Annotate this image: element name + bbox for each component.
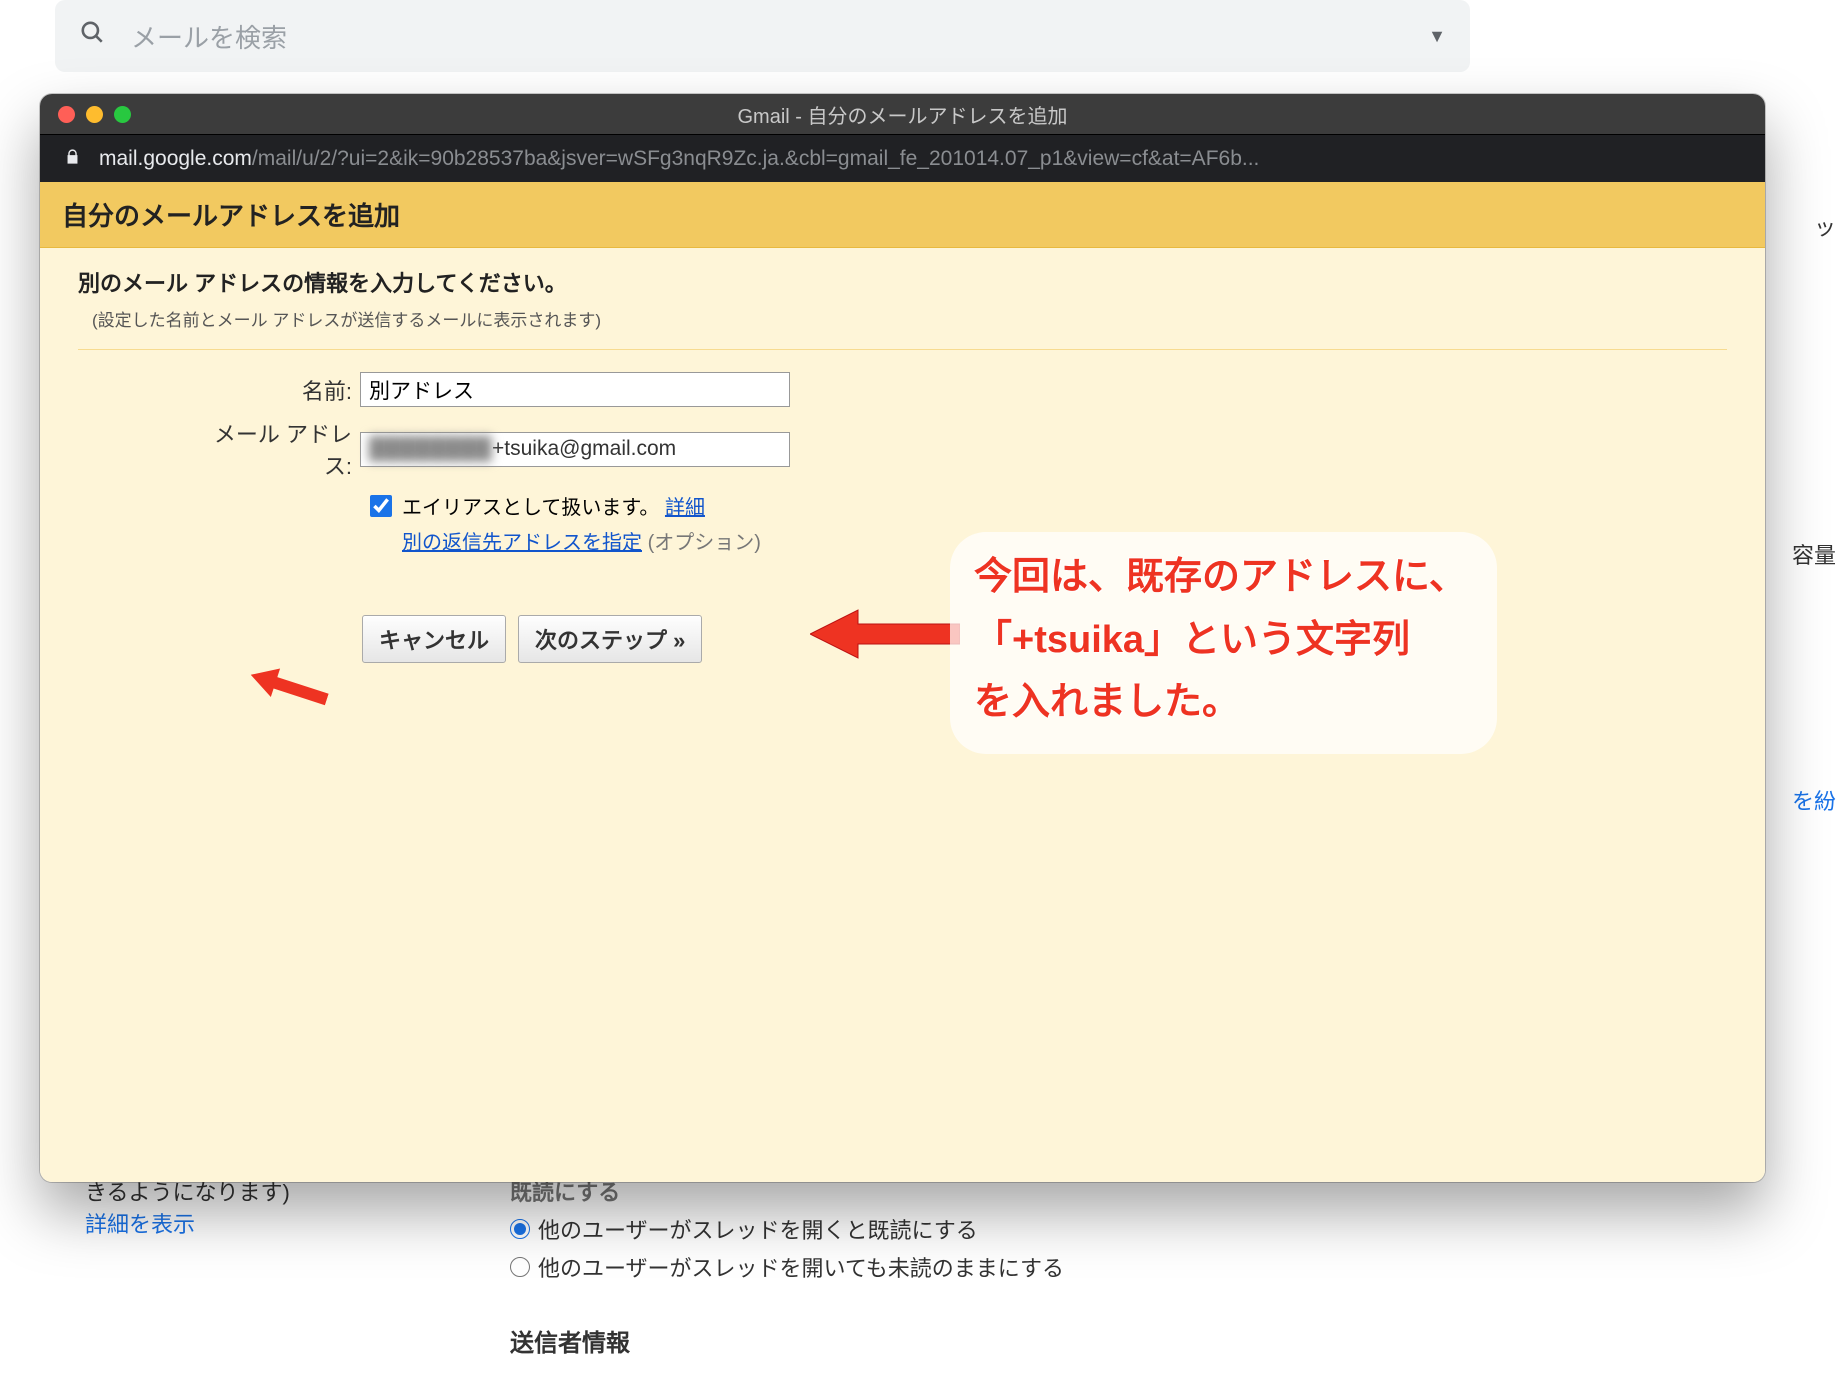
radio[interactable] (510, 1257, 530, 1277)
dialog-content: 自分のメールアドレスを追加 別のメール アドレスの情報を入力してください。 (設… (40, 182, 1765, 1182)
address-input[interactable]: ████████+tsuika@gmail.com (360, 432, 790, 467)
window-title: Gmail - 自分のメールアドレスを追加 (40, 100, 1765, 129)
url-bar: mail.google.com/mail/u/2/?ui=2&ik=90b285… (40, 134, 1765, 182)
dropdown-icon[interactable]: ▼ (1428, 26, 1446, 47)
minimize-icon[interactable] (86, 106, 103, 123)
lock-icon (64, 148, 81, 170)
cancel-button[interactable]: キャンセル (362, 615, 506, 663)
divider (78, 349, 1727, 350)
next-step-button[interactable]: 次のステップ » (518, 615, 702, 663)
reply-to-link[interactable]: 別の返信先アドレスを指定 (402, 532, 642, 554)
url-host: mail.google.com (99, 147, 252, 171)
optional-note: (オプション) (648, 532, 761, 554)
alias-details-link[interactable]: 詳細 (665, 491, 705, 520)
bg-clip: ッ (1814, 210, 1836, 242)
alias-checkbox[interactable] (370, 495, 392, 517)
sublead-text: (設定した名前とメール アドレスが送信するメールに表示されます) (92, 306, 1727, 331)
bg-clip: 容量 (1792, 538, 1836, 570)
popup-window: Gmail - 自分のメールアドレスを追加 mail.google.com/ma… (40, 94, 1765, 1182)
dialog-header: 自分のメールアドレスを追加 (40, 182, 1765, 248)
radio[interactable] (510, 1219, 530, 1239)
window-titlebar: Gmail - 自分のメールアドレスを追加 (40, 94, 1765, 134)
alias-checkbox-row[interactable]: エイリアスとして扱います。 詳細 (370, 491, 1727, 520)
close-icon[interactable] (58, 106, 75, 123)
read-option-1[interactable]: 他のユーザーがスレッドを開くと既読にする (510, 1213, 1064, 1245)
maximize-icon[interactable] (114, 106, 131, 123)
name-label: 名前: (190, 374, 360, 406)
search-icon (79, 19, 105, 53)
read-option-2[interactable]: 他のユーザーがスレッドを開いても未読のままにする (510, 1251, 1064, 1283)
annotation-text: 今回は、既存のアドレスに、 「+tsuika」という文字列 を入れました。 (950, 532, 1497, 754)
address-label: メール アドレス: (190, 417, 360, 481)
bg-settings: きるようになります) 詳細を表示 既読にする 他のユーザーがスレッドを開くと既読… (85, 1175, 1796, 1239)
alias-label: エイリアスとして扱います。 (402, 491, 659, 520)
url-path: /mail/u/2/?ui=2&ik=90b28537ba&jsver=wSFg… (252, 147, 1259, 171)
name-input[interactable] (360, 372, 790, 407)
sender-info-heading: 送信者情報 (510, 1323, 1064, 1358)
search-placeholder: メールを検索 (131, 18, 1428, 55)
annotation-arrow-icon (810, 604, 960, 669)
gmail-search-bar[interactable]: メールを検索 ▼ (55, 0, 1470, 72)
bg-clip: を紛 (1792, 784, 1836, 816)
lead-text: 別のメール アドレスの情報を入力してください。 (78, 266, 1727, 298)
